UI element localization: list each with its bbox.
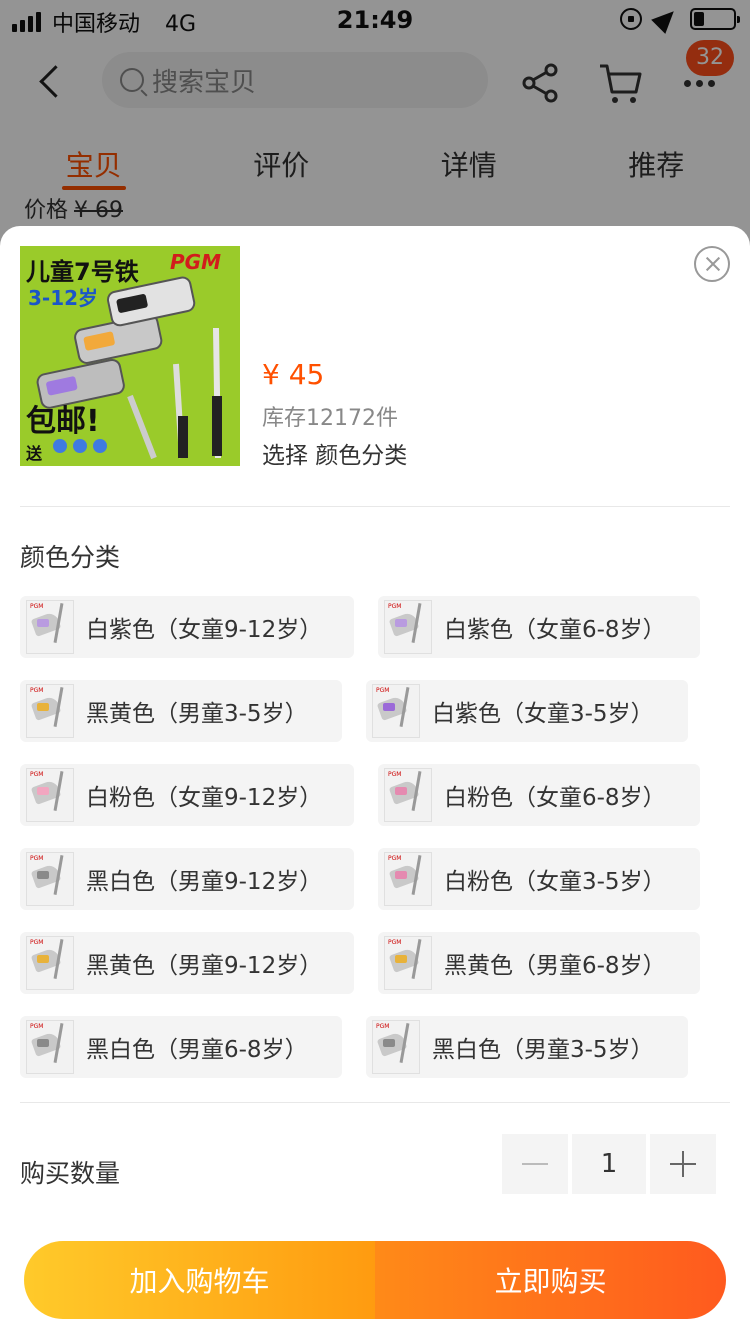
action-bar: 加入购物车 立即购买 <box>24 1241 726 1319</box>
variant-thumbnail: PGM <box>26 768 74 822</box>
variant-label: 黑白色（男童9-12岁） <box>86 869 323 895</box>
variant-thumbnail: PGM <box>26 936 74 990</box>
variant-label: 白粉色（女童9-12岁） <box>86 785 323 811</box>
variant-option[interactable]: PGM 黑白色（男童6-8岁） <box>20 1016 342 1078</box>
add-to-cart-button[interactable]: 加入购物车 <box>24 1241 375 1319</box>
close-icon[interactable] <box>694 246 730 282</box>
variant-thumbnail: PGM <box>384 600 432 654</box>
variant-thumbnail: PGM <box>384 936 432 990</box>
product-image: 儿童7号铁 PGM 3-12岁 包邮! 送 <box>20 246 240 466</box>
variant-option[interactable]: PGM 白粉色（女童9-12岁） <box>20 764 354 826</box>
image-age-text: 3-12岁 <box>28 286 99 310</box>
variant-accent <box>37 619 49 627</box>
divider <box>20 1102 730 1103</box>
variant-accent <box>383 703 395 711</box>
variant-option[interactable]: PGM 黑白色（男童3-5岁） <box>366 1016 688 1078</box>
variant-accent <box>383 1039 395 1047</box>
quantity-input[interactable]: 1 <box>572 1134 646 1194</box>
variant-accent <box>395 871 407 879</box>
variant-thumbnail: PGM <box>26 600 74 654</box>
variant-accent <box>37 955 49 963</box>
variant-option[interactable]: PGM 白紫色（女童6-8岁） <box>378 596 700 658</box>
variant-thumbnail: PGM <box>26 1020 74 1074</box>
variant-thumbnail: PGM <box>384 768 432 822</box>
variant-label: 白紫色（女童9-12岁） <box>86 617 323 643</box>
variant-thumbnail: PGM <box>372 1020 420 1074</box>
variant-label: 白粉色（女童3-5岁） <box>444 869 666 895</box>
variant-label: 白紫色（女童3-5岁） <box>432 701 654 727</box>
variant-option[interactable]: PGM 黑黄色（男童9-12岁） <box>20 932 354 994</box>
plus-icon[interactable] <box>650 1134 716 1194</box>
variant-label: 黑黄色（男童9-12岁） <box>86 953 323 979</box>
variant-option[interactable]: PGM 白紫色（女童9-12岁） <box>20 596 354 658</box>
variant-label: 白紫色（女童6-8岁） <box>444 617 666 643</box>
buy-now-button[interactable]: 立即购买 <box>375 1241 726 1319</box>
variant-label: 黑黄色（男童3-5岁） <box>86 701 308 727</box>
quantity-label: 购买数量 <box>20 1159 121 1188</box>
variant-thumbnail: PGM <box>26 684 74 738</box>
sku-selection-sheet: 儿童7号铁 PGM 3-12岁 包邮! 送 ¥ 45 库存12172件 选择 颜… <box>0 226 750 1334</box>
variant-label: 黑白色（男童6-8岁） <box>86 1037 308 1063</box>
variant-accent <box>395 955 407 963</box>
brand-logo: PGM <box>170 250 221 274</box>
variant-accent <box>37 787 49 795</box>
variant-label: 黑白色（男童3-5岁） <box>432 1037 654 1063</box>
quantity-stepper: 1 <box>502 1134 716 1194</box>
variant-option[interactable]: PGM 黑黄色（男童3-5岁） <box>20 680 342 742</box>
variant-accent <box>37 1039 49 1047</box>
variant-accent <box>395 787 407 795</box>
current-price: ¥ 45 <box>262 358 325 391</box>
variant-thumbnail: PGM <box>26 852 74 906</box>
divider <box>20 506 730 507</box>
image-gift-text: 送 <box>26 444 43 463</box>
variant-label: 白粉色（女童6-8岁） <box>444 785 666 811</box>
selection-summary: 选择 颜色分类 <box>262 443 408 469</box>
variant-option[interactable]: PGM 黑白色（男童9-12岁） <box>20 848 354 910</box>
variant-section-title: 颜色分类 <box>20 543 121 572</box>
image-promo-text: 包邮! <box>26 404 100 439</box>
variant-option[interactable]: PGM 黑黄色（男童6-8岁） <box>378 932 700 994</box>
minus-icon[interactable] <box>502 1134 568 1194</box>
variant-label: 黑黄色（男童6-8岁） <box>444 953 666 979</box>
stock-count: 库存12172件 <box>262 406 398 431</box>
variant-accent <box>37 703 49 711</box>
variant-option[interactable]: PGM 白粉色（女童3-5岁） <box>378 848 700 910</box>
variant-thumbnail: PGM <box>372 684 420 738</box>
variant-option[interactable]: PGM 白粉色（女童6-8岁） <box>378 764 700 826</box>
variant-accent <box>395 619 407 627</box>
variant-thumbnail: PGM <box>384 852 432 906</box>
variant-option[interactable]: PGM 白紫色（女童3-5岁） <box>366 680 688 742</box>
variant-accent <box>37 871 49 879</box>
